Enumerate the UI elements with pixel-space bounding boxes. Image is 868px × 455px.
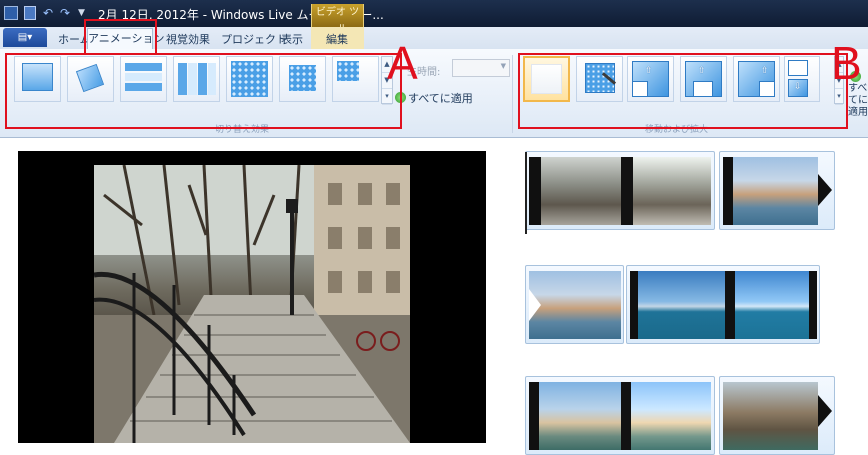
tab-view[interactable]: 表示 [281, 31, 303, 47]
annotation-box-a [5, 53, 402, 129]
app-icon[interactable] [4, 6, 18, 20]
video-tools-context-label: ビデオ ツール [311, 4, 364, 35]
storyboard-clip-venice-canal[interactable] [719, 151, 835, 230]
apply-to-all-label: すべてに適用 [408, 92, 473, 105]
storyboard-clip-venice-gondola[interactable] [719, 376, 835, 455]
duration-select[interactable]: ▼ [452, 59, 510, 77]
save-icon[interactable] [24, 6, 36, 20]
tab-project[interactable]: プロジェクト [221, 31, 287, 47]
clip-thumbnail [621, 157, 711, 225]
stairs-scene-illustration [94, 165, 410, 443]
transition-arrow-icon [818, 395, 832, 427]
storyboard-clip-venice-canal-2[interactable] [525, 265, 624, 344]
annotation-box-animation-tab [84, 19, 157, 55]
redo-icon[interactable]: ↷ [60, 6, 72, 20]
letterbox-bar [621, 382, 631, 450]
clip-thumbnail [723, 157, 818, 225]
letterbox-bar [621, 157, 633, 225]
storyboard-clip-venice-church[interactable] [525, 376, 715, 455]
group-separator [512, 55, 513, 133]
transition-arrow-icon [818, 174, 832, 206]
annotation-letter-b: B [831, 37, 862, 89]
letterbox-bar [725, 271, 735, 339]
clip-thumbnail [621, 382, 711, 450]
clip-thumbnail [529, 382, 621, 450]
customize-dropdown-icon[interactable]: ▼ [78, 6, 90, 20]
clip-thumbnail [529, 271, 621, 339]
tab-edit[interactable]: 編集 [326, 31, 348, 47]
storyboard-clip-venice-sea[interactable] [626, 265, 820, 344]
clip-thumbnail [529, 157, 621, 225]
storyboard-pane [505, 138, 868, 455]
clip-thumbnail [723, 382, 818, 450]
letterbox-bar [809, 271, 817, 339]
chevron-down-icon: ▼ [500, 62, 506, 70]
transition-in-arrow-icon [529, 289, 541, 321]
letterbox-bar [529, 157, 541, 225]
clip-thumbnail [725, 271, 817, 339]
tab-visual-effects[interactable]: 視覚効果 [166, 31, 210, 47]
annotation-box-b [518, 53, 848, 129]
clip-thumbnail [630, 271, 725, 339]
letterbox-bar [723, 157, 733, 225]
playhead[interactable] [525, 152, 527, 234]
undo-icon[interactable]: ↶ [43, 6, 55, 20]
preview-pane [0, 138, 505, 443]
letterbox-bar [630, 271, 638, 339]
file-menu-button[interactable]: ▤▾ [3, 28, 47, 47]
storyboard-clip-stairs[interactable] [525, 151, 715, 230]
apply-to-all-button[interactable]: すべてに適用 [395, 90, 473, 106]
annotation-letter-a: A [387, 37, 418, 89]
preview-image-stairs [94, 165, 410, 443]
letterbox-bar [529, 382, 539, 450]
video-preview[interactable] [18, 151, 486, 443]
